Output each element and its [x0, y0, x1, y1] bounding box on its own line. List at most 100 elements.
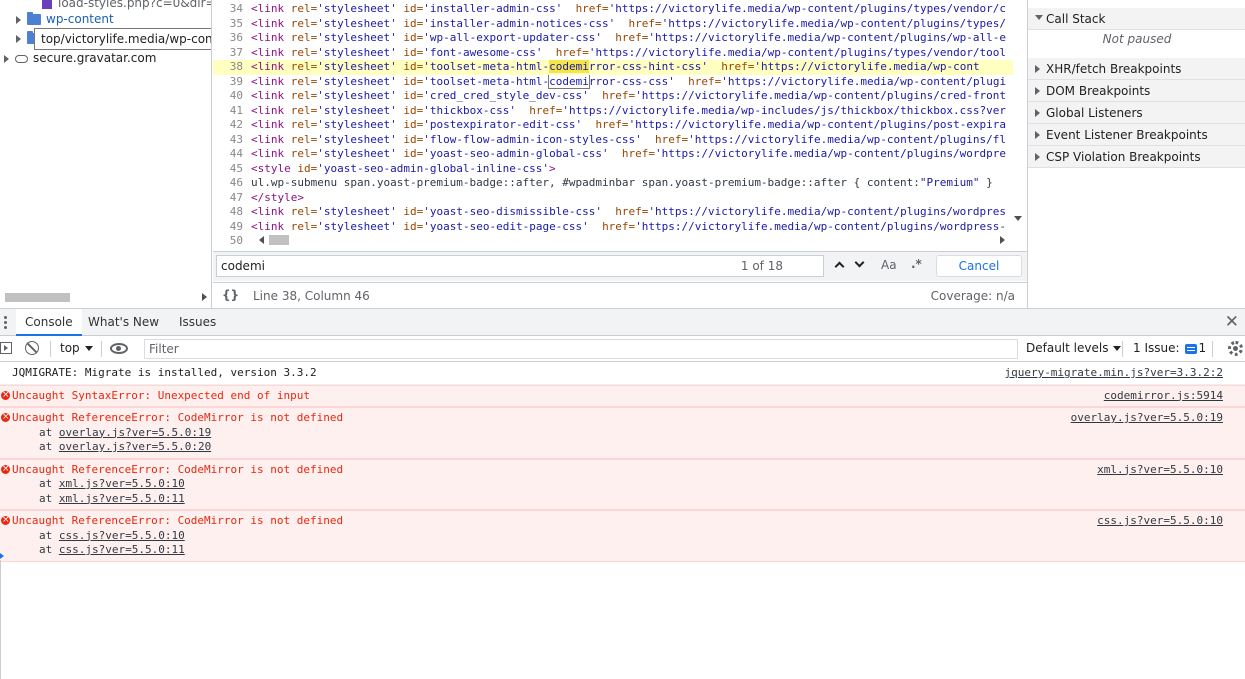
stack-prefix: at — [39, 477, 59, 490]
match-count: 1 of 18 — [740, 259, 783, 273]
navigator-scrollbar[interactable] — [0, 290, 211, 304]
stack-link[interactable]: overlay.js?ver=5.5.0:20 — [59, 440, 211, 453]
stack-link[interactable]: css.js?ver=5.5.0:11 — [59, 543, 185, 556]
clear-console-icon[interactable] — [25, 341, 39, 355]
close-icon[interactable]: ✕ — [1225, 313, 1239, 331]
code-line[interactable]: 44 <link rel='stylesheet' id='yoast-seo-a… — [213, 147, 1013, 162]
code-line[interactable]: 43 <link rel='stylesheet' id='flow-flow-a… — [213, 133, 1013, 148]
code-line[interactable]: 34 <link rel='stylesheet' id='installer-a… — [213, 2, 1013, 17]
code-attr: href= — [628, 16, 662, 30]
console-message: Uncaught ReferenceError: CodeMirror is n… — [0, 407, 1245, 459]
code-line[interactable]: 40 <link rel='stylesheet' id='cred_cred_s… — [213, 89, 1013, 104]
more-tools-icon[interactable] — [4, 316, 7, 330]
source-link[interactable]: xml.js?ver=5.5.0:10 — [1097, 463, 1223, 478]
section-label: DOM Breakpoints — [1046, 84, 1151, 98]
message-text: Uncaught ReferenceError: CodeMirror is n… — [12, 514, 344, 527]
code-line[interactable]: 41 <link rel='stylesheet' id='thickbox-cs… — [213, 104, 1013, 119]
search-input[interactable] — [221, 258, 661, 274]
context-select[interactable]: top — [60, 341, 93, 355]
code-line[interactable]: 38 <link rel='stylesheet' id='toolset-met… — [213, 60, 1013, 75]
scroll-left-icon[interactable] — [259, 236, 264, 244]
section-call-stack[interactable]: Call Stack — [1028, 8, 1245, 30]
code-attr: id= — [297, 161, 318, 175]
regex-button[interactable]: .* — [911, 257, 922, 271]
console-message: JQMIGRATE: Migrate is installed, version… — [0, 363, 1245, 385]
code-line[interactable]: 37 <link rel='stylesheet' id='font-awesom… — [213, 46, 1013, 61]
tab-issues[interactable]: Issues — [170, 309, 225, 336]
expand-arrow-icon[interactable] — [16, 15, 21, 24]
line-number: 43 — [229, 132, 243, 146]
section-label: Global Listeners — [1046, 106, 1143, 120]
stack-link[interactable]: xml.js?ver=5.5.0:11 — [59, 492, 185, 505]
next-match-button[interactable] — [850, 255, 868, 273]
code-value: 'https://victorylife.media/wp-content/pl… — [628, 118, 1007, 131]
code-value: 'stylesheet' — [317, 147, 397, 160]
code-line[interactable]: 42 <link rel='stylesheet' id='postexpirat… — [213, 118, 1013, 133]
code-value: 'stylesheet' — [317, 132, 397, 146]
section-label: Event Listener Breakpoints — [1046, 128, 1208, 142]
scroll-right-icon[interactable] — [1000, 236, 1005, 244]
stack-link[interactable]: overlay.js?ver=5.5.0:19 — [59, 426, 211, 439]
eye-icon[interactable] — [110, 343, 128, 354]
code-line[interactable]: 49 <link rel='stylesheet' id='yoast-seo-e… — [213, 220, 1013, 235]
collapsed-arrow-icon — [1035, 87, 1040, 95]
code-line[interactable]: 45 <style id='yoast-seo-admin-global-inli… — [213, 162, 1013, 177]
scrollbar-thumb[interactable] — [269, 235, 289, 245]
expand-arrow-icon[interactable] — [16, 34, 21, 43]
match-case-button[interactable]: Aa — [881, 258, 897, 272]
chevron-up-icon — [834, 261, 845, 272]
code-value: 'https://victorylife.media/wp-includes/j… — [562, 103, 1007, 117]
source-link[interactable]: overlay.js?ver=5.5.0:19 — [1071, 411, 1223, 426]
scroll-right-icon[interactable] — [202, 293, 207, 301]
section-dom-breakpoints[interactable]: DOM Breakpoints — [1028, 80, 1245, 102]
previous-match-button[interactable] — [830, 255, 848, 273]
nav-folder-label: wp-content — [46, 12, 114, 26]
code-value: 'stylesheet' — [317, 89, 397, 102]
folder-icon — [27, 12, 41, 25]
code-line[interactable]: 35 <link rel='stylesheet' id='installer-a… — [213, 17, 1013, 32]
nav-origin-gravatar[interactable]: secure.gravatar.com — [4, 49, 156, 67]
stack-link[interactable]: xml.js?ver=5.5.0:10 — [59, 477, 185, 490]
stack-link[interactable]: css.js?ver=5.5.0:10 — [59, 529, 185, 542]
expand-arrow-icon[interactable] — [4, 54, 9, 63]
source-link[interactable]: jquery-migrate.min.js?ver=3.3.2:2 — [1004, 366, 1223, 381]
sidebar-toggle-icon[interactable] — [0, 342, 12, 354]
divider — [1122, 341, 1123, 357]
issues-button[interactable]: 1 Issue: 1 — [1133, 341, 1206, 355]
stack-prefix: at — [39, 491, 59, 505]
pretty-print-button[interactable]: {} — [222, 288, 239, 302]
console-prompt-icon[interactable] — [0, 553, 4, 559]
nav-folder-wp-content[interactable]: wp-content — [16, 10, 114, 28]
message-text: Uncaught ReferenceError: CodeMirror is n… — [12, 462, 344, 476]
source-editor[interactable]: 34 <link rel='stylesheet' id='installer-a… — [213, 0, 1027, 250]
filter-input[interactable] — [144, 339, 1018, 359]
source-link[interactable]: css.js?ver=5.5.0:10 — [1097, 514, 1223, 529]
code-attr: href= — [595, 118, 629, 131]
code-tag: <link — [251, 205, 291, 218]
code-attr: href= — [688, 74, 722, 88]
editor-scrollbar[interactable] — [213, 233, 1013, 247]
section-global-listeners[interactable]: Global Listeners — [1028, 102, 1245, 124]
tab-console[interactable]: Console — [16, 309, 82, 336]
section-csp-breakpoints[interactable]: CSP Violation Breakpoints — [1028, 146, 1245, 168]
log-levels-select[interactable]: Default levels — [1026, 341, 1122, 355]
scrollbar-thumb[interactable] — [5, 293, 70, 302]
settings-gear-icon[interactable] — [1228, 341, 1243, 356]
cancel-button[interactable]: Cancel — [936, 255, 1022, 277]
code-attr: id= — [396, 132, 424, 146]
code-line[interactable]: 39 <link rel='stylesheet' id='toolset-met… — [213, 74, 1013, 90]
code-attr: id= — [396, 118, 424, 131]
code-line[interactable]: 36 <link rel='stylesheet' id='wp-all-expo… — [213, 31, 1013, 46]
source-link[interactable]: codemirror.js:5914 — [1104, 389, 1223, 404]
code-tag: <link — [251, 132, 291, 146]
section-event-listener-breakpoints[interactable]: Event Listener Breakpoints — [1028, 124, 1245, 146]
tab-whats-new[interactable]: What's New — [79, 309, 168, 336]
context-label: top — [60, 341, 80, 355]
stack-frame: at css.js?ver=5.5.0:10 — [12, 529, 1223, 544]
section-xhr-breakpoints[interactable]: XHR/fetch Breakpoints — [1028, 58, 1245, 80]
code-line[interactable]: 46 ul.wp-submenu span.yoast-premium-badge… — [213, 176, 1013, 191]
code-line[interactable]: 48 <link rel='stylesheet' id='yoast-seo-d… — [213, 205, 1013, 220]
search-match: codemi — [548, 74, 590, 89]
scroll-down-icon[interactable] — [1014, 216, 1022, 221]
code-line[interactable]: 47 </style> — [213, 191, 1013, 206]
